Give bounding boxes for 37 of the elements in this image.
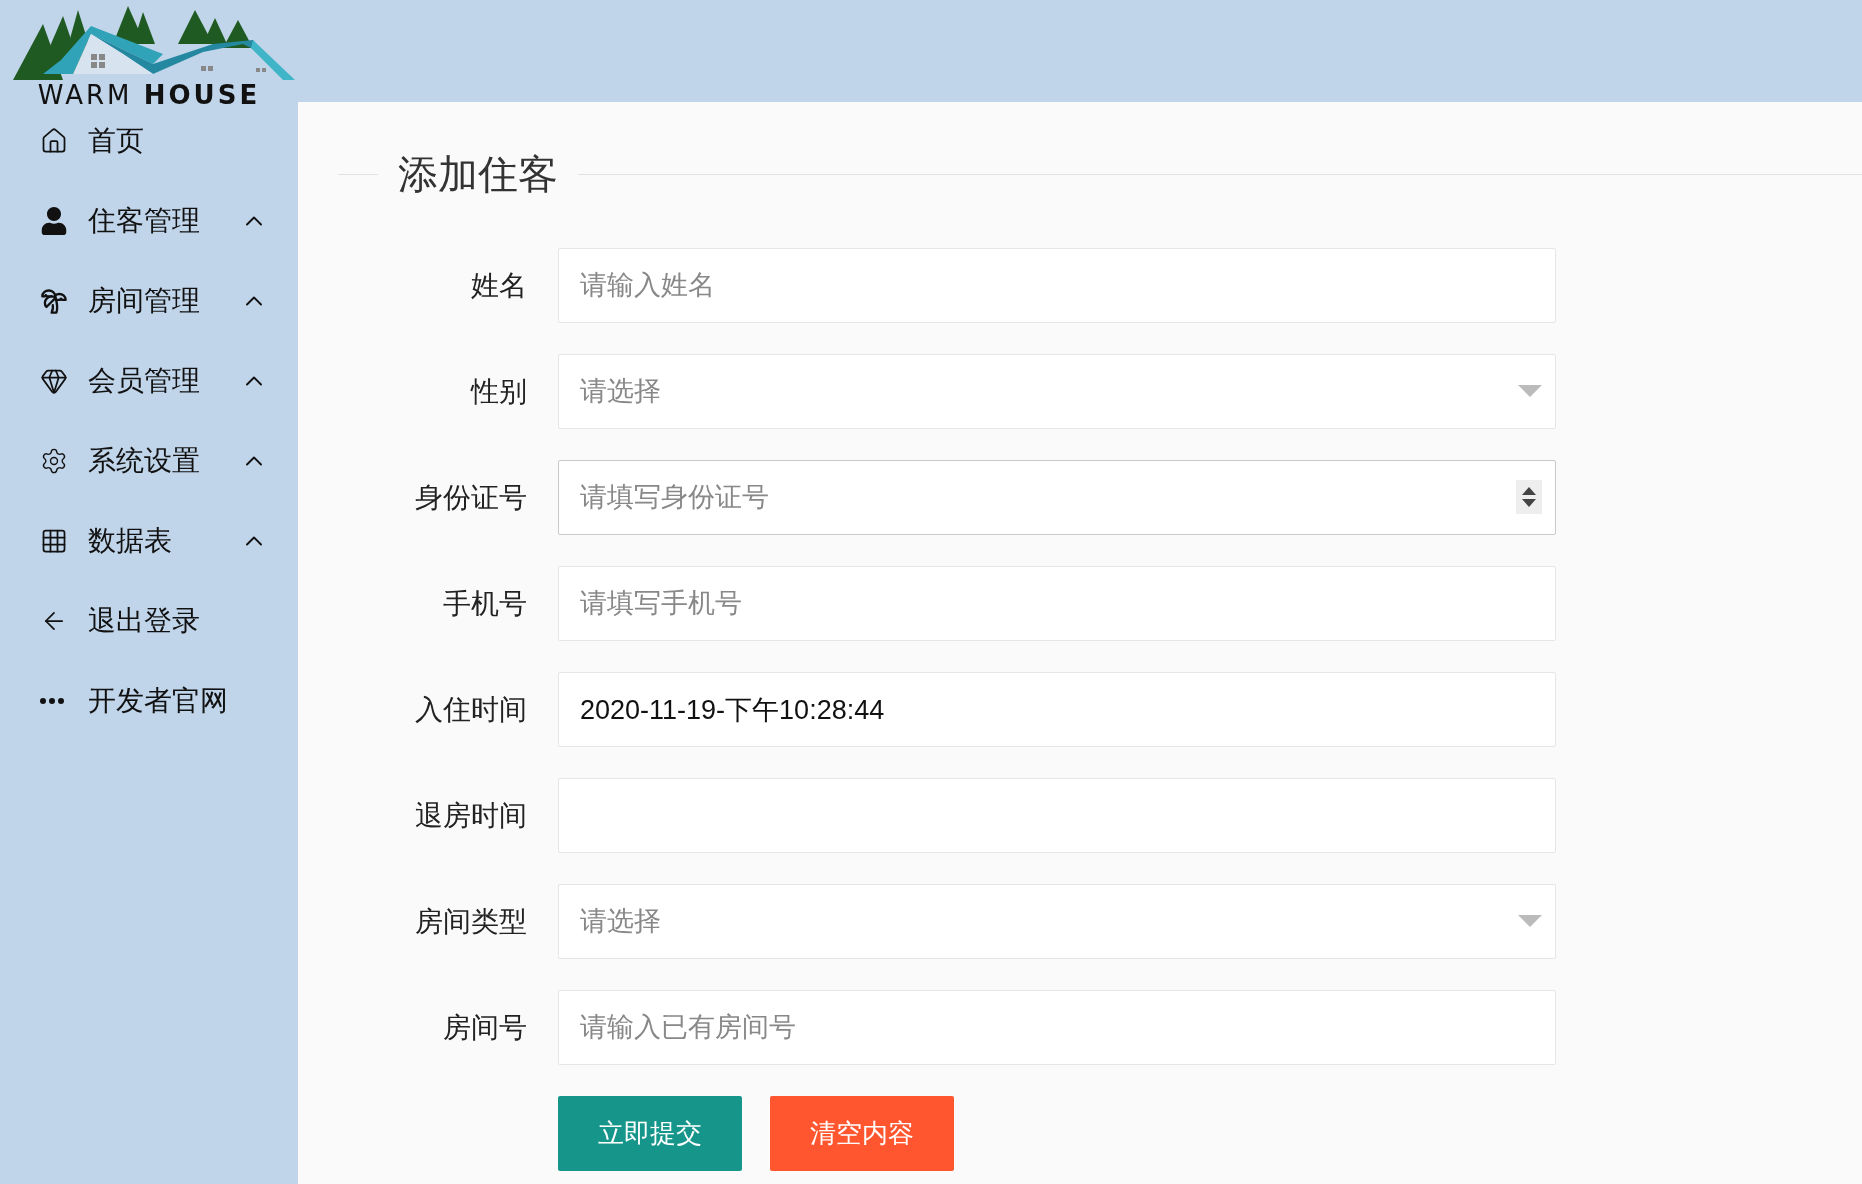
field-label: 房间类型 — [414, 904, 527, 939]
sidebar-item[interactable]: 数据表 — [0, 501, 298, 581]
form-title: 添加住客 — [397, 154, 559, 194]
input-field[interactable]: 请填写身份证号 — [558, 460, 1556, 535]
user-icon — [40, 207, 68, 235]
input-field[interactable]: 2020-11-19-下午10:28:44 — [558, 672, 1556, 747]
spinner-icon[interactable] — [1516, 480, 1542, 514]
sidebar-item[interactable]: 房间管理 — [0, 261, 298, 341]
input-field[interactable]: 请填写手机号 — [558, 566, 1556, 641]
field-label: 手机号 — [442, 586, 527, 621]
home-icon — [40, 127, 68, 155]
input-field[interactable]: 请输入姓名 — [558, 248, 1556, 323]
submit-button[interactable]: 立即提交 — [558, 1096, 742, 1171]
field-label: 房间号 — [442, 1010, 527, 1045]
field-label: 入住时间 — [414, 692, 527, 727]
grid-icon — [40, 527, 68, 555]
dropdown-caret-icon — [1518, 915, 1542, 927]
select-field[interactable]: 请选择 — [558, 884, 1556, 959]
input-field[interactable]: 请输入已有房间号 — [558, 990, 1556, 1065]
field-label: 身份证号 — [414, 480, 527, 515]
sidebar-item[interactable]: 住客管理 — [0, 181, 298, 261]
sidebar-item[interactable]: 开发者官网 — [0, 661, 298, 741]
logo-text: WARM HOUSE — [37, 82, 261, 108]
sidebar-item[interactable]: 首页 — [0, 116, 298, 166]
field-label: 退房时间 — [414, 798, 527, 833]
sidebar-item[interactable]: 系统设置 — [0, 421, 298, 501]
input-field[interactable] — [558, 778, 1556, 853]
gear-icon — [40, 447, 68, 475]
select-field[interactable]: 请选择 — [558, 354, 1556, 429]
diamond-icon — [40, 367, 68, 395]
sidebar-item[interactable]: 会员管理 — [0, 341, 298, 421]
ellipsis-icon — [40, 698, 64, 704]
sidebar-item[interactable]: 退出登录 — [0, 581, 298, 661]
field-label: 性别 — [469, 374, 527, 409]
palm-tree-icon — [40, 287, 68, 315]
field-label: 姓名 — [470, 268, 527, 303]
dropdown-caret-icon — [1518, 385, 1542, 397]
